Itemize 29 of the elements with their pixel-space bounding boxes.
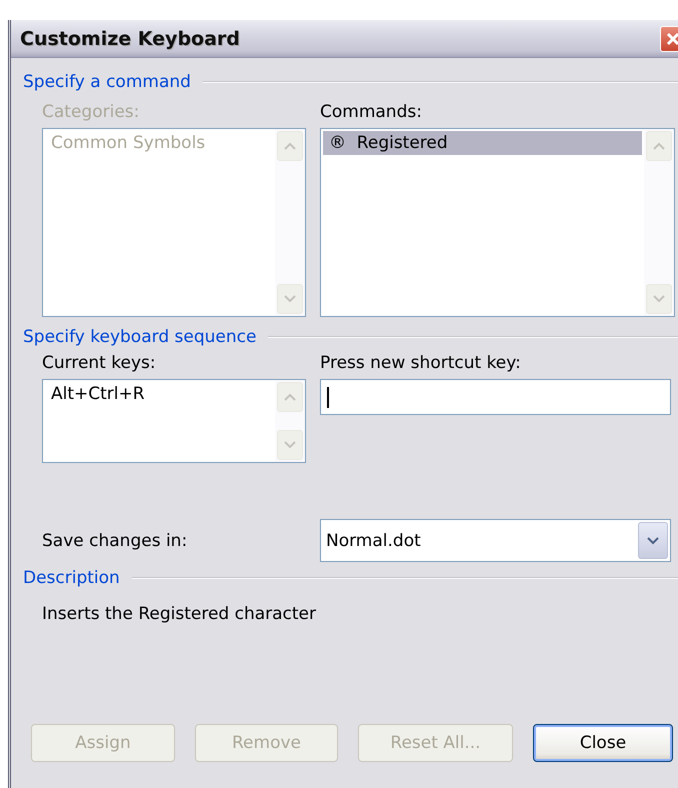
dropdown-button[interactable] (638, 522, 668, 559)
section-heading: Description (23, 568, 120, 588)
list-item[interactable]: ® Registered (323, 131, 642, 155)
caret-up-icon (284, 393, 296, 401)
scroll-down-button[interactable] (646, 284, 672, 314)
window-title: Customize Keyboard (20, 28, 240, 50)
caret-down-icon (284, 441, 296, 449)
section-heading: Specify keyboard sequence (23, 327, 256, 347)
caret-up-icon (284, 142, 296, 150)
section-heading: Specify a command (23, 72, 191, 92)
caret-down-icon (647, 536, 659, 544)
dialog-button[interactable]: Close (533, 724, 673, 762)
description-text: Inserts the Registered character (41, 603, 318, 624)
field-label: Save changes in: (42, 530, 188, 550)
list-label: Commands: (320, 102, 423, 122)
caret-down-icon (653, 295, 665, 303)
list-box[interactable]: ® Registered (320, 128, 675, 317)
shortcut-input-field[interactable] (320, 379, 671, 415)
caret-down-icon (284, 295, 296, 303)
field-label: Press new shortcut key: (320, 353, 522, 373)
list-label: Current keys: (42, 353, 157, 373)
list-box[interactable]: Alt+Ctrl+R (42, 379, 306, 463)
list-label: Categories: (42, 102, 140, 122)
scroll-down-button[interactable] (277, 430, 303, 460)
caret-up-icon (653, 142, 665, 150)
scroll-up-button[interactable] (277, 382, 303, 412)
list-item[interactable]: Alt+Ctrl+R (45, 382, 273, 406)
save-location-dropdown[interactable]: Normal.dot (320, 519, 671, 562)
scroll-up-button[interactable] (646, 131, 672, 161)
